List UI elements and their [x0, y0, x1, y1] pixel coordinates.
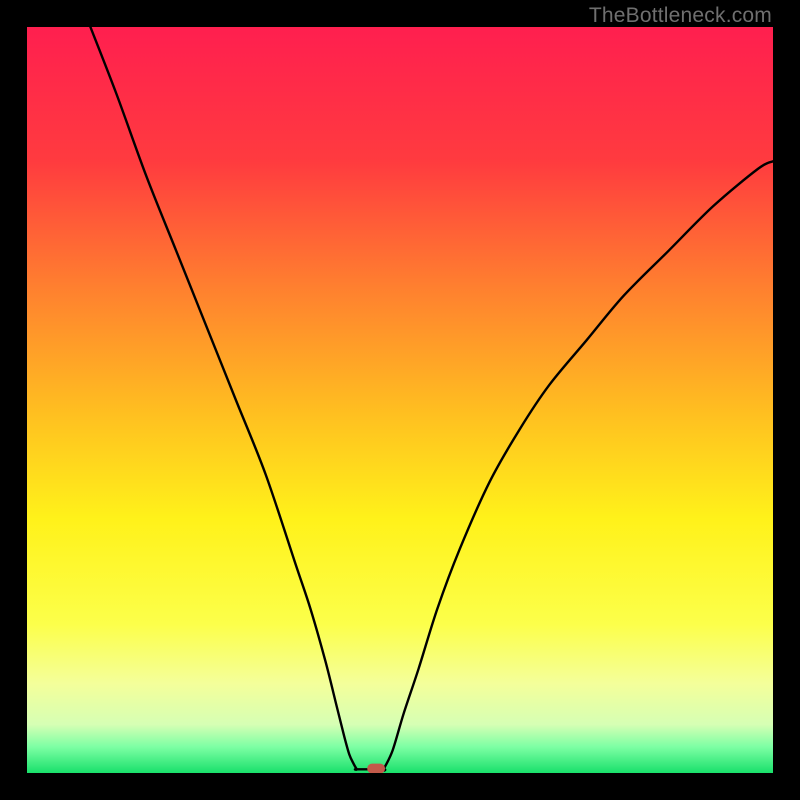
watermark-text: TheBottleneck.com: [589, 4, 772, 28]
chart-plot-area: [27, 27, 773, 773]
chart-svg: [27, 27, 773, 773]
marker-group: [367, 764, 385, 773]
min-point-marker: [367, 764, 385, 773]
chart-frame: TheBottleneck.com: [0, 0, 800, 800]
gradient-background: [27, 27, 773, 773]
